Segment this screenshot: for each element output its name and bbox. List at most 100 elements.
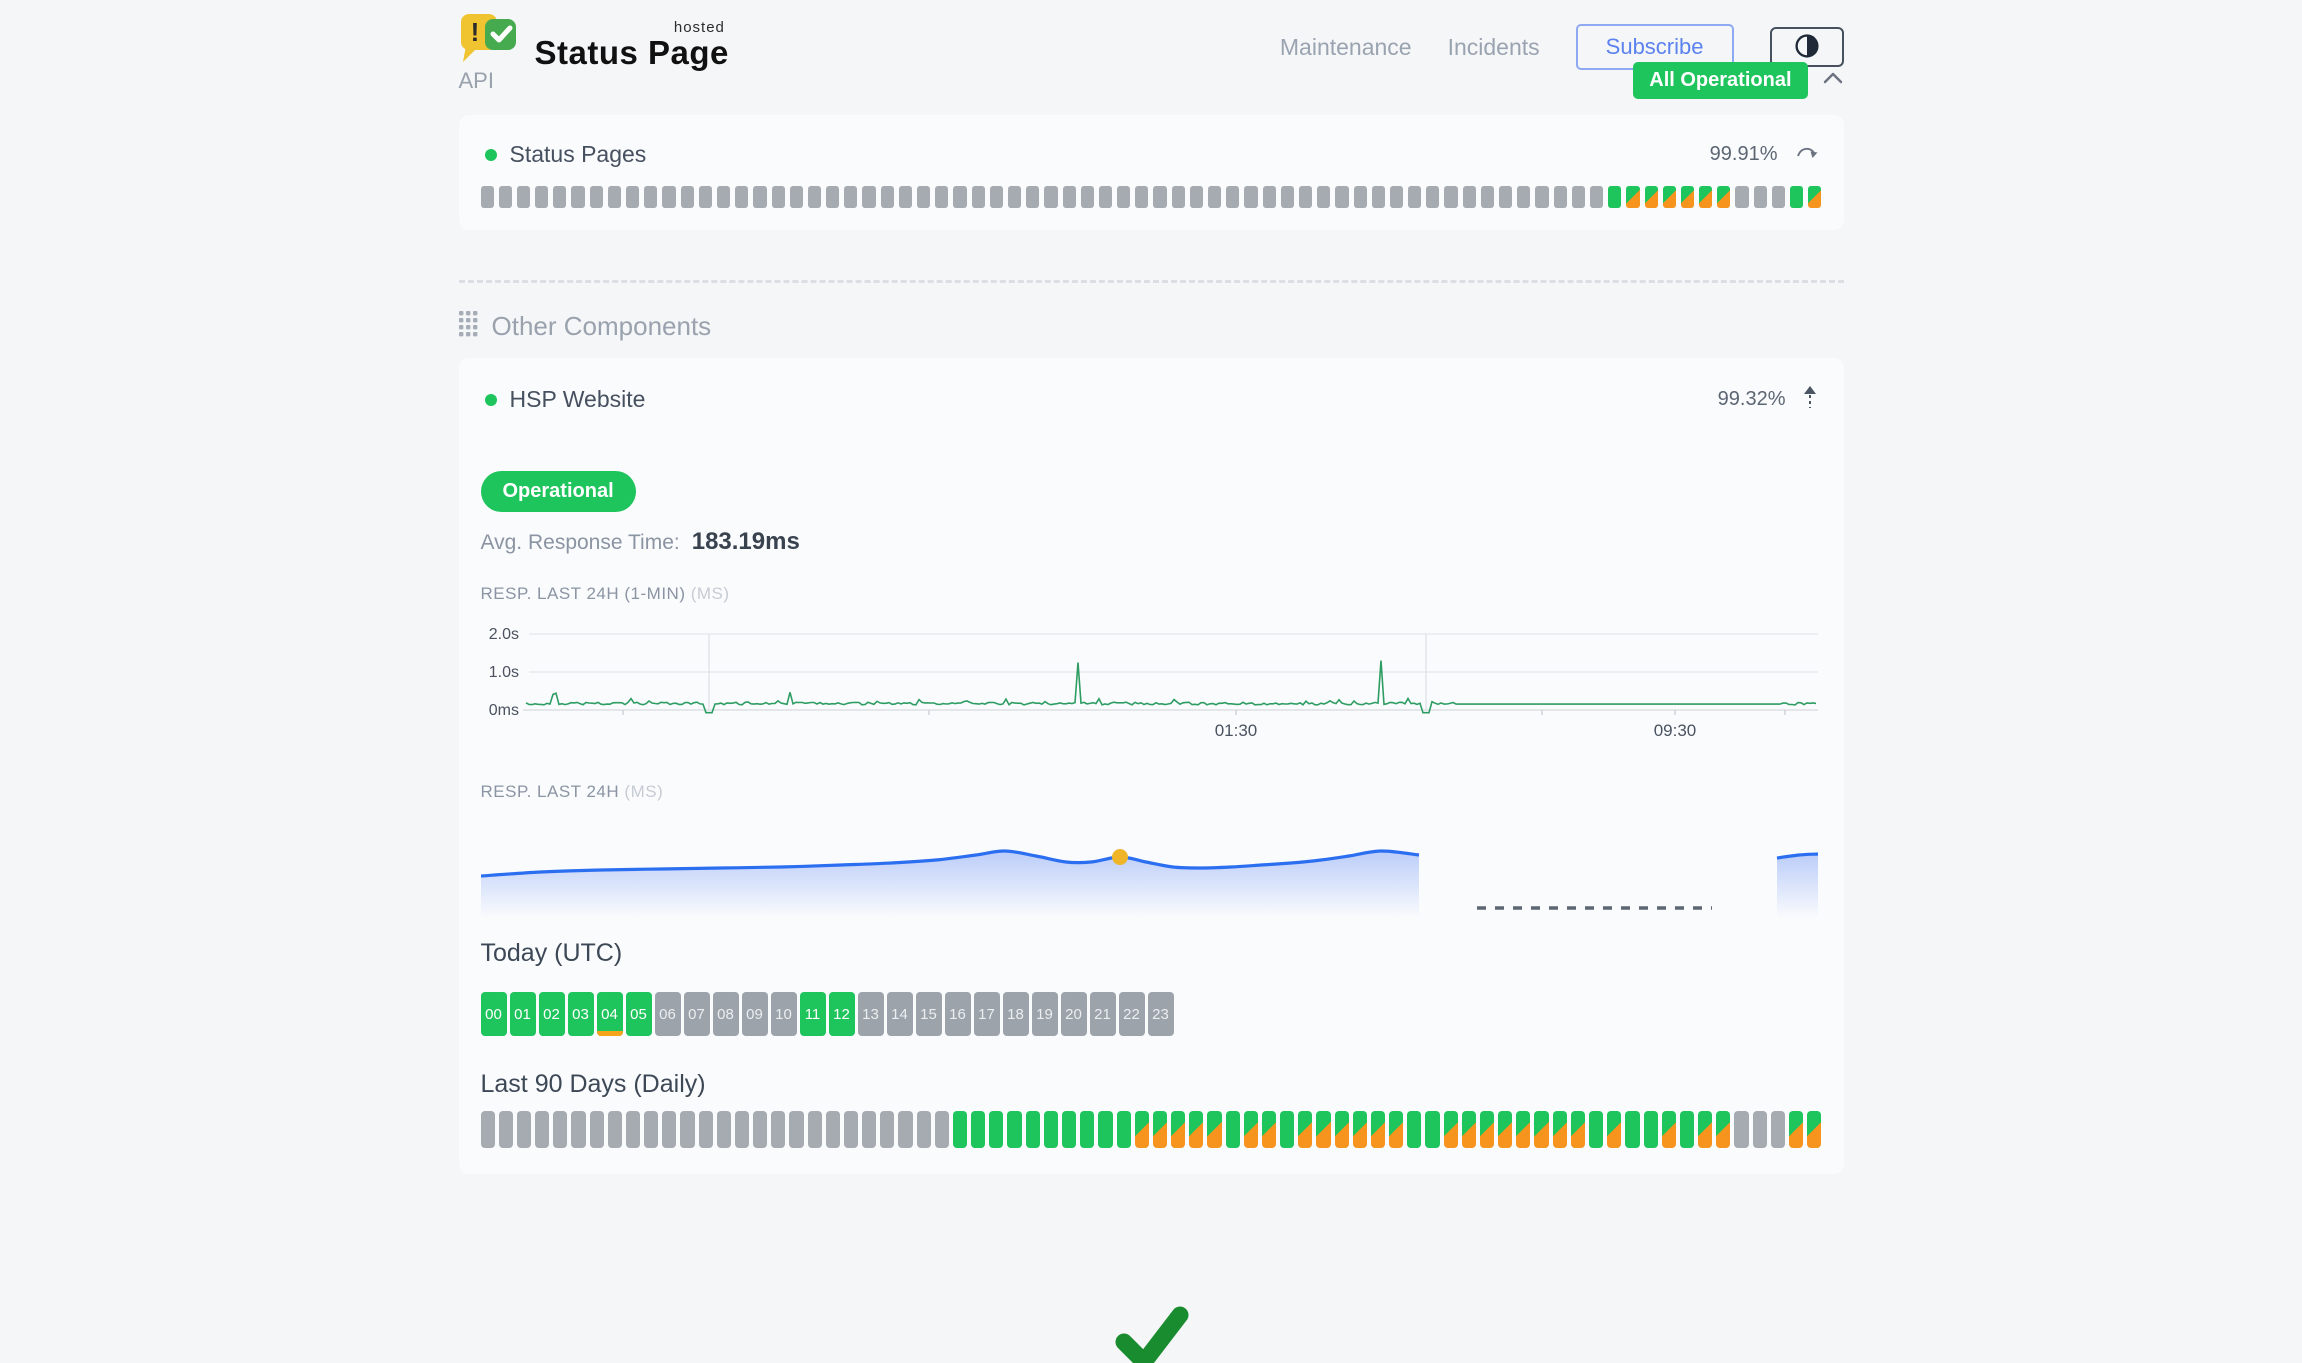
chart2-unit: (MS) [624, 782, 663, 801]
last-90-days-heading: Last 90 Days (Daily) [481, 1070, 1822, 1099]
uptime-bar [1462, 1111, 1476, 1148]
uptime-bar [1444, 1111, 1458, 1148]
uptime-bar [1734, 1111, 1748, 1148]
uptime-bar [1298, 1111, 1312, 1148]
api-uptime-bars [459, 178, 1844, 230]
uptime-bar [590, 186, 603, 208]
uptime-bar [826, 186, 839, 208]
uptime-bar [571, 186, 584, 208]
uptime-bar [898, 1111, 912, 1148]
uptime-bar [735, 1111, 749, 1148]
svg-text:2.0s: 2.0s [488, 626, 518, 643]
header: ! hosted Status Page Maintenance Inciden… [459, 0, 1844, 58]
uptime-bar [1790, 186, 1803, 208]
incidents-section: No recent incidents To view all past inc… [459, 1304, 1844, 1363]
uptime-bar [826, 1111, 840, 1148]
uptime-bar [753, 186, 766, 208]
uptime-bar [1026, 186, 1039, 208]
uptime-bar [481, 1111, 495, 1148]
uptime-bar [1099, 186, 1112, 208]
uptime-bar [1789, 1111, 1803, 1148]
hour-box-17: 17 [974, 992, 1000, 1036]
curved-arrow-icon[interactable] [1794, 141, 1818, 168]
status-dot [485, 149, 497, 161]
hour-box-21: 21 [1090, 992, 1116, 1036]
uptime-bar [1117, 1111, 1131, 1148]
uptime-bar [771, 1111, 785, 1148]
uptime-bar [1754, 186, 1767, 208]
uptime-bar [1117, 186, 1130, 208]
uptime-bar [989, 1111, 1003, 1148]
uptime-bar [1516, 1111, 1530, 1148]
uptime-bar [1335, 1111, 1349, 1148]
uptime-bar [517, 1111, 531, 1148]
uptime-bar [1226, 1111, 1240, 1148]
uptime-bar [844, 1111, 858, 1148]
nav-incidents[interactable]: Incidents [1448, 34, 1540, 61]
uptime-bar [1063, 186, 1076, 208]
chevron-up-icon[interactable] [1822, 71, 1844, 90]
uptime-bar [808, 1111, 822, 1148]
svg-text:09:30: 09:30 [1653, 721, 1696, 740]
uptime-bar [1372, 186, 1385, 208]
uptime-bar [1189, 1111, 1203, 1148]
chart2-label: RESP. LAST 24H (MS) [481, 782, 1822, 802]
uptime-bar [1190, 186, 1203, 208]
uptime-bar [1263, 186, 1276, 208]
hour-box-18: 18 [1003, 992, 1029, 1036]
uptime-bar [753, 1111, 767, 1148]
today-hours-row: 0001020304050607080910111213141516171819… [481, 992, 1822, 1036]
uptime-bar [1098, 1111, 1112, 1148]
uptime-bar [1226, 186, 1239, 208]
uptime-bar [1535, 186, 1548, 208]
avg-response-value: 183.19ms [692, 528, 800, 556]
uptime-bar [1208, 186, 1221, 208]
brand-hosted: hosted [674, 19, 725, 36]
uptime-bar [1316, 1111, 1330, 1148]
uptime-bar [1408, 186, 1421, 208]
section-title-api: API [459, 68, 494, 94]
hour-box-23: 23 [1148, 992, 1174, 1036]
uptime-bar [808, 186, 821, 208]
nav-maintenance[interactable]: Maintenance [1280, 34, 1412, 61]
uptime-bar [1717, 186, 1730, 208]
hour-box-08: 08 [713, 992, 739, 1036]
hour-box-16: 16 [945, 992, 971, 1036]
uptime-bar [772, 186, 785, 208]
uptime-bar [1698, 1111, 1712, 1148]
uptime-bar [735, 186, 748, 208]
uptime-bar [1534, 1111, 1548, 1148]
uptime-bar [990, 186, 1003, 208]
uptime-bar [1299, 186, 1312, 208]
uptime-bar [1480, 1111, 1494, 1148]
uptime-bar [590, 1111, 604, 1148]
all-operational-badge[interactable]: All Operational [1633, 62, 1807, 99]
uptime-bar [1371, 1111, 1385, 1148]
uptime-bar [1662, 1111, 1676, 1148]
uptime-bar [1153, 186, 1166, 208]
uptime-bar [880, 1111, 894, 1148]
hour-box-07: 07 [684, 992, 710, 1036]
uptime-bar [953, 186, 966, 208]
uptime-bar [644, 186, 657, 208]
dashed-divider [459, 280, 1844, 283]
avg-response-label: Avg. Response Time: [481, 531, 680, 555]
uptime-bar [1407, 1111, 1421, 1148]
uptime-bar [681, 186, 694, 208]
uptime-bar [1135, 186, 1148, 208]
uptime-bar [1716, 1111, 1730, 1148]
arrow-up-icon[interactable] [1802, 384, 1818, 415]
status-dot [485, 394, 497, 406]
logo[interactable]: ! hosted Status Page [459, 10, 729, 77]
uptime-bar [789, 1111, 803, 1148]
component-row-hsp-website: HSP Website 99.32% [459, 358, 1844, 425]
page-container: ! hosted Status Page Maintenance Inciden… [459, 0, 1844, 1363]
hour-box-09: 09 [742, 992, 768, 1036]
uptime-bar [1026, 1111, 1040, 1148]
uptime-bar [1390, 186, 1403, 208]
uptime-bar [1807, 1111, 1821, 1148]
uptime-bar [1607, 1111, 1621, 1148]
svg-text:1.0s: 1.0s [488, 664, 518, 681]
uptime-bar [608, 1111, 622, 1148]
hour-box-10: 10 [771, 992, 797, 1036]
